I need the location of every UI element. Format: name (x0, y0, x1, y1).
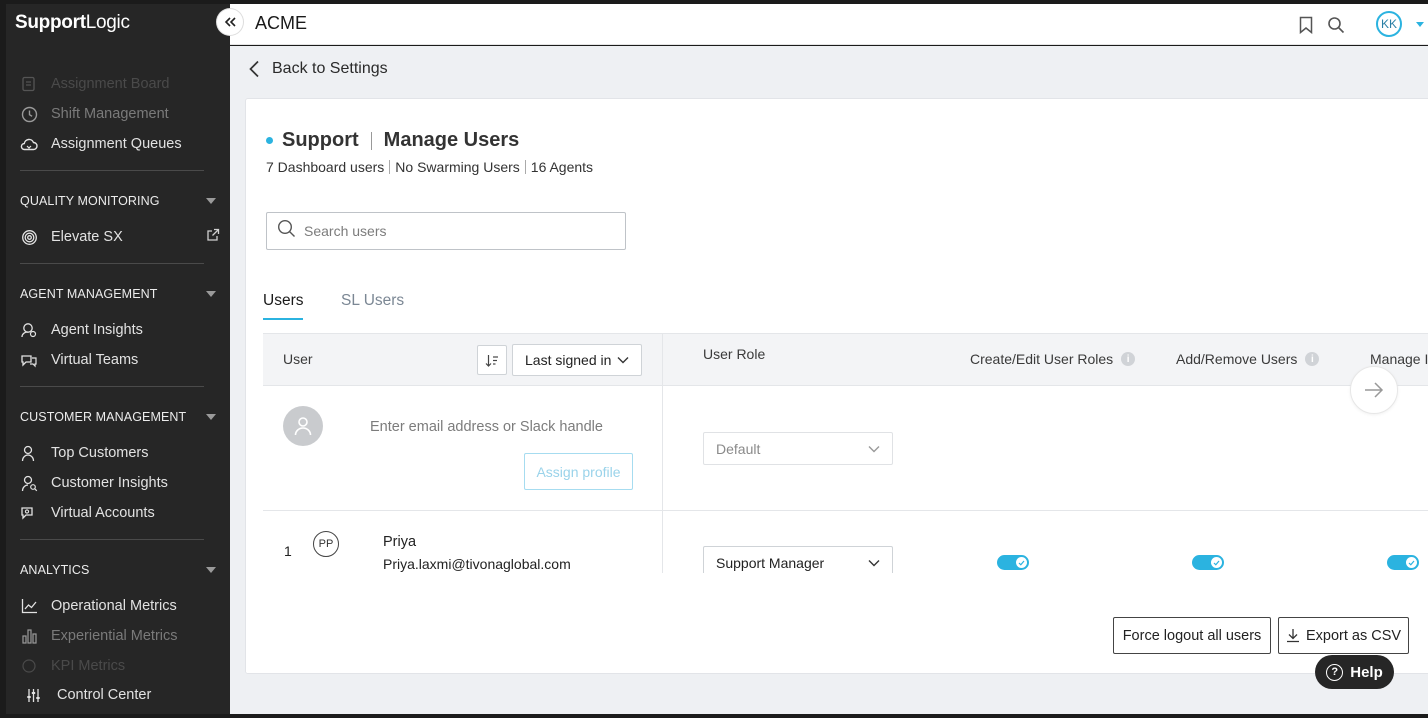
sidebar-divider (20, 386, 204, 387)
sidebar-item-control-center[interactable]: Control Center (20, 676, 230, 714)
sidebar-item-assignment-board[interactable]: Assignment Board (20, 72, 220, 96)
help-button[interactable]: ? Help (1315, 655, 1394, 689)
column-header-create-edit-roles: Create/Edit User Roles i (970, 351, 1136, 367)
question-icon: ? (1326, 663, 1344, 681)
clock-icon (20, 105, 38, 123)
collapse-sidebar-button[interactable] (217, 9, 243, 35)
board-icon (20, 75, 38, 93)
download-icon (1286, 629, 1299, 643)
column-header-user-role: User Role (703, 346, 766, 362)
search-input[interactable] (304, 223, 604, 239)
bookmark-icon[interactable] (1298, 16, 1314, 39)
chevron-down-icon[interactable] (1416, 22, 1424, 27)
virtual-accounts-icon (20, 504, 38, 522)
sort-order-button[interactable] (477, 345, 507, 375)
new-user-email-input[interactable]: Enter email address or Slack handle (370, 419, 603, 435)
user-avatar[interactable]: KK (1376, 11, 1402, 37)
sidebar-item-assignment-queues[interactable]: Assignment Queues (20, 132, 220, 156)
search-icon[interactable] (1327, 16, 1345, 39)
external-link-icon[interactable] (206, 228, 220, 246)
sidebar-item-experiential-metrics[interactable]: Experiential Metrics (20, 624, 220, 648)
sort-by-select[interactable]: Last signed in (512, 344, 642, 376)
customer-icon (20, 444, 38, 462)
section-quality-monitoring[interactable]: QUALITY MONITORING (20, 194, 216, 208)
chevron-down-icon (206, 291, 216, 297)
sidebar-divider (20, 170, 204, 171)
avatar: PP (313, 531, 339, 557)
user-email: Priya.laxmi@tivonaglobal.com (383, 556, 571, 572)
table-footer: Force logout all users Export as CSV (246, 573, 1428, 673)
sidebar-divider (20, 539, 204, 540)
double-chevron-left-icon (224, 17, 236, 27)
customer-search-icon (20, 474, 38, 492)
toggle-add-remove-users[interactable] (1192, 555, 1224, 570)
sidebar: SupportLogic Assignment Board Shift Mana… (6, 4, 230, 714)
main-content: Back to Settings Support Manage Users 7 … (230, 46, 1428, 714)
chevron-down-icon (868, 559, 880, 567)
info-icon[interactable]: i (1305, 352, 1320, 366)
toggle-manage[interactable] (1387, 555, 1419, 570)
export-csv-button[interactable]: Export as CSV (1278, 617, 1409, 654)
column-header-user: User (283, 351, 313, 367)
sidebar-divider (20, 263, 204, 264)
sidebar-item-virtual-accounts[interactable]: Virtual Accounts (20, 501, 220, 525)
scroll-right-button[interactable] (1350, 366, 1398, 414)
chevron-down-icon (206, 414, 216, 420)
manage-users-card: Support Manage Users 7 Dashboard users N… (245, 98, 1428, 674)
cloud-icon (20, 135, 38, 153)
sort-icon (485, 354, 498, 367)
toggle-create-edit-roles[interactable] (997, 555, 1029, 570)
sidebar-item-customer-insights[interactable]: Customer Insights (20, 471, 220, 495)
chevron-down-icon (206, 198, 216, 204)
search-icon (277, 219, 296, 243)
back-to-settings-link[interactable]: Back to Settings (248, 60, 388, 78)
section-customer-management[interactable]: CUSTOMER MANAGEMENT (20, 410, 216, 424)
chevron-down-icon (617, 356, 629, 364)
column-header-add-remove-users: Add/Remove Users i (1176, 351, 1320, 367)
virtual-teams-icon (20, 351, 38, 369)
org-name: ACME (255, 13, 308, 33)
tab-users[interactable]: Users (263, 292, 304, 320)
section-agent-management[interactable]: AGENT MANAGEMENT (20, 287, 216, 301)
sidebar-item-operational-metrics[interactable]: Operational Metrics (20, 594, 220, 618)
status-dot (266, 137, 273, 144)
avatar-placeholder (283, 406, 323, 446)
section-analytics[interactable]: ANALYTICS (20, 563, 216, 577)
bar-chart-icon (20, 627, 38, 645)
user-name: Priya (383, 534, 417, 550)
table-header: User Last signed in User Role Create/Edi… (263, 333, 1428, 386)
info-icon[interactable]: i (1121, 352, 1136, 366)
row-index: 1 (284, 543, 292, 559)
row-divider (263, 510, 1428, 511)
chevron-left-icon (248, 60, 260, 78)
sidebar-item-agent-insights[interactable]: Agent Insights (20, 318, 220, 342)
sidebar-item-kpi-metrics[interactable]: KPI Metrics (20, 654, 220, 678)
arrow-right-icon (1365, 382, 1384, 398)
line-chart-icon (20, 597, 38, 615)
top-bar: ACME KK (230, 4, 1428, 45)
column-header-manage: Manage I (1370, 351, 1428, 367)
force-logout-button[interactable]: Force logout all users (1113, 617, 1271, 654)
sliders-icon (26, 688, 41, 703)
chevron-down-icon (868, 445, 880, 453)
sidebar-item-top-customers[interactable]: Top Customers (20, 441, 220, 465)
tab-sl-users[interactable]: SL Users (341, 292, 404, 318)
fingerprint-icon (20, 228, 38, 246)
sidebar-item-shift-management[interactable]: Shift Management (20, 102, 220, 126)
sidebar-item-elevate-sx[interactable]: Elevate SX (20, 225, 220, 249)
new-user-role-select[interactable]: Default (703, 432, 893, 465)
sidebar-item-virtual-teams[interactable]: Virtual Teams (20, 348, 220, 372)
kpi-icon (20, 657, 38, 675)
brand-logo: SupportLogic (15, 12, 130, 33)
search-users-box[interactable] (266, 212, 626, 250)
user-stats: 7 Dashboard users No Swarming Users 16 A… (266, 159, 594, 175)
assign-profile-button[interactable]: Assign profile (524, 453, 633, 490)
user-icon (294, 417, 312, 436)
chevron-down-icon (206, 567, 216, 573)
page-title: Support Manage Users (266, 129, 519, 152)
agent-insights-icon (20, 321, 38, 339)
